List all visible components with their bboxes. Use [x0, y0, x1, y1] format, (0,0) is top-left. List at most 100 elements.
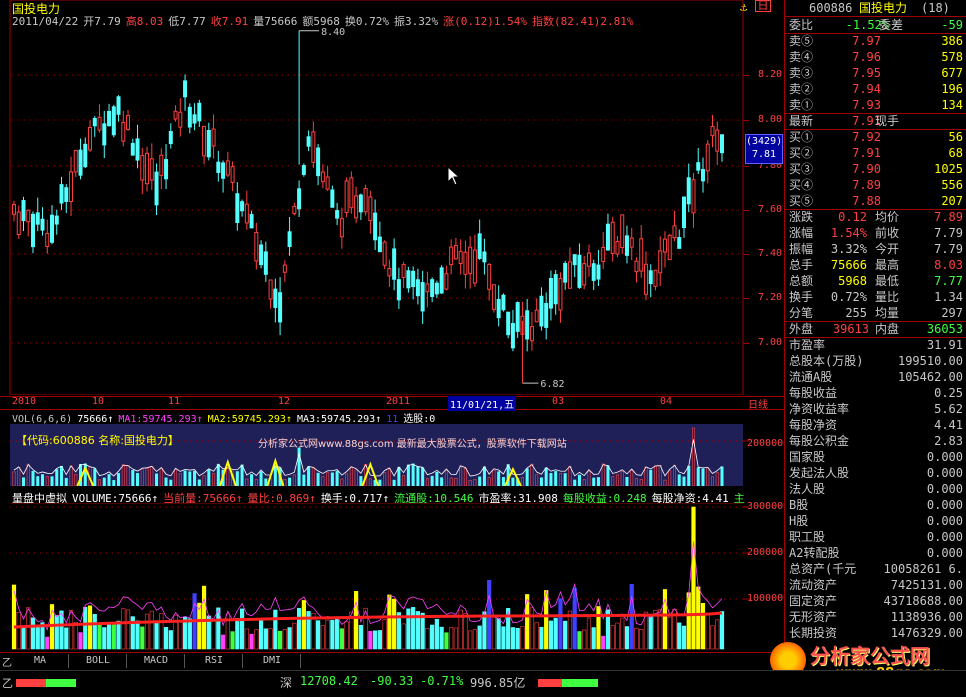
indicator-tick: 300000 [747, 501, 784, 512]
inner-outer-row: 外盘 39613 内盘 36053 [787, 321, 965, 337]
status-bar: 乙 深 12708.42 -90.33 -0.71% 996.85亿 [0, 670, 966, 697]
fundamental-value: 2.83 [934, 434, 963, 448]
candle-body [287, 231, 292, 248]
candle-body [135, 138, 140, 161]
candle-body [420, 282, 425, 312]
indicator-bar [268, 628, 273, 650]
indicator-bar [700, 603, 706, 650]
volume-bar [563, 473, 567, 486]
indicator-bar [301, 600, 306, 650]
volume-bar [302, 474, 306, 486]
tab-boll[interactable]: BOLL [70, 654, 127, 668]
sell-row[interactable]: 卖① 7.93 134 [787, 97, 965, 113]
sell-volume: 386 [941, 34, 963, 48]
candle-body [491, 284, 496, 310]
candle-body [658, 250, 663, 274]
stat-row: 总额 5968 最低 7.77 [787, 273, 965, 289]
indicator-bar [525, 594, 530, 650]
indicator-bar [520, 626, 525, 650]
sell-price: 7.96 [852, 50, 881, 64]
indicator-bar [159, 613, 164, 650]
fundamental-row: 发起法人股 0.000 [787, 465, 965, 481]
status-left-icon[interactable]: 乙 [2, 675, 13, 691]
sell-price: 7.94 [852, 82, 881, 96]
indicator-bar [344, 621, 349, 650]
buy-volume: 207 [941, 194, 963, 208]
buy-row[interactable]: 买② 7.91 68 [787, 145, 965, 161]
stat-value: 75666 [830, 258, 867, 272]
buy-row[interactable]: 买⑤ 7.88 207 [787, 193, 965, 209]
sell-row[interactable]: 卖⑤ 7.97 386 [787, 33, 965, 49]
tab-dmi[interactable]: DMI [244, 654, 301, 668]
buy-row[interactable]: 买④ 7.89 556 [787, 177, 965, 193]
indicator-bar [444, 632, 449, 650]
tab-scroll-icon[interactable]: 乙 [2, 654, 12, 669]
candle-body [230, 166, 235, 183]
stat-value: 0.72% [830, 290, 867, 304]
price-chart[interactable]: 8.40 6.82 [0, 0, 784, 395]
indicator-bar [691, 506, 696, 650]
indicator-bar [534, 622, 539, 650]
volume-bar [188, 471, 192, 486]
indicator-bar [339, 628, 344, 650]
tab-rsi[interactable]: RSI [186, 654, 243, 668]
fundamental-row: 每股净资 4.41 [787, 417, 965, 433]
date-tick: 11/01/21,五 [448, 396, 517, 411]
indicator-bar [97, 623, 102, 650]
stat-value: 1.34 [934, 290, 963, 304]
indicator-bar [220, 634, 226, 650]
fundamental-value: 0.000 [926, 482, 963, 496]
volume-bar [392, 479, 396, 486]
sell-price: 7.97 [852, 34, 881, 48]
candle-body [225, 160, 230, 176]
fundamental-row: 每股公积金 2.83 [787, 433, 965, 449]
volume-bar [677, 474, 681, 486]
indicator-bar [434, 618, 439, 650]
candle-body [572, 254, 577, 266]
indicator-bar [258, 618, 264, 650]
fundamental-value: 43718688.00 [883, 594, 963, 608]
buy-volume: 1025 [934, 162, 963, 176]
tab-macd[interactable]: MACD [128, 654, 185, 668]
candle-body [715, 129, 720, 152]
candle-body [482, 251, 487, 263]
buy-row[interactable]: 买① 7.92 56 [787, 129, 965, 145]
candle-body [278, 292, 283, 323]
stat-label: 前收 [875, 226, 900, 240]
fundamental-value: 0.000 [926, 514, 963, 528]
indicator-bar [277, 630, 283, 650]
indicator-bar [472, 629, 478, 650]
fundamental-value: 199510.00 [897, 354, 963, 368]
candle-body [677, 237, 682, 249]
date-tick: 03 [552, 396, 565, 407]
fundamental-value: 0.000 [926, 546, 963, 560]
indicator-chart[interactable] [0, 503, 784, 651]
candle-body [164, 159, 169, 180]
volume-bar [50, 476, 54, 486]
sell-row[interactable]: 卖③ 7.95 677 [787, 65, 965, 81]
indicator-bar [149, 610, 154, 650]
indicator-bar [78, 632, 83, 650]
candle-body [615, 240, 620, 255]
stat-row: 分笔 255 均量 297 [787, 305, 965, 321]
status-index-name: 深 [280, 676, 293, 690]
candle-body [235, 193, 240, 224]
fundamental-label: A2转配股 [789, 546, 840, 560]
sell-row[interactable]: 卖④ 7.96 578 [787, 49, 965, 65]
candle-body [268, 279, 273, 300]
candle-body [620, 214, 625, 248]
candle-body [64, 187, 69, 202]
volume-bar [112, 480, 116, 486]
sell-row[interactable]: 卖② 7.94 196 [787, 81, 965, 97]
candle-body [501, 294, 506, 311]
indicator-bar [273, 609, 278, 650]
volume-bar [155, 473, 159, 486]
indicator-bar [320, 625, 325, 650]
tab-ma[interactable]: MA [12, 654, 69, 668]
quote-sidebar: 600886 国投电力 (18) 委比 -1.52% 委差 -59 卖⑤ 7.97… [784, 0, 966, 650]
candle-body [544, 303, 549, 328]
buy-row[interactable]: 买③ 7.90 1025 [787, 161, 965, 177]
volume-bar [606, 465, 610, 486]
fundamental-label: 市盈率 [789, 338, 826, 352]
indicator-bar [558, 598, 563, 650]
